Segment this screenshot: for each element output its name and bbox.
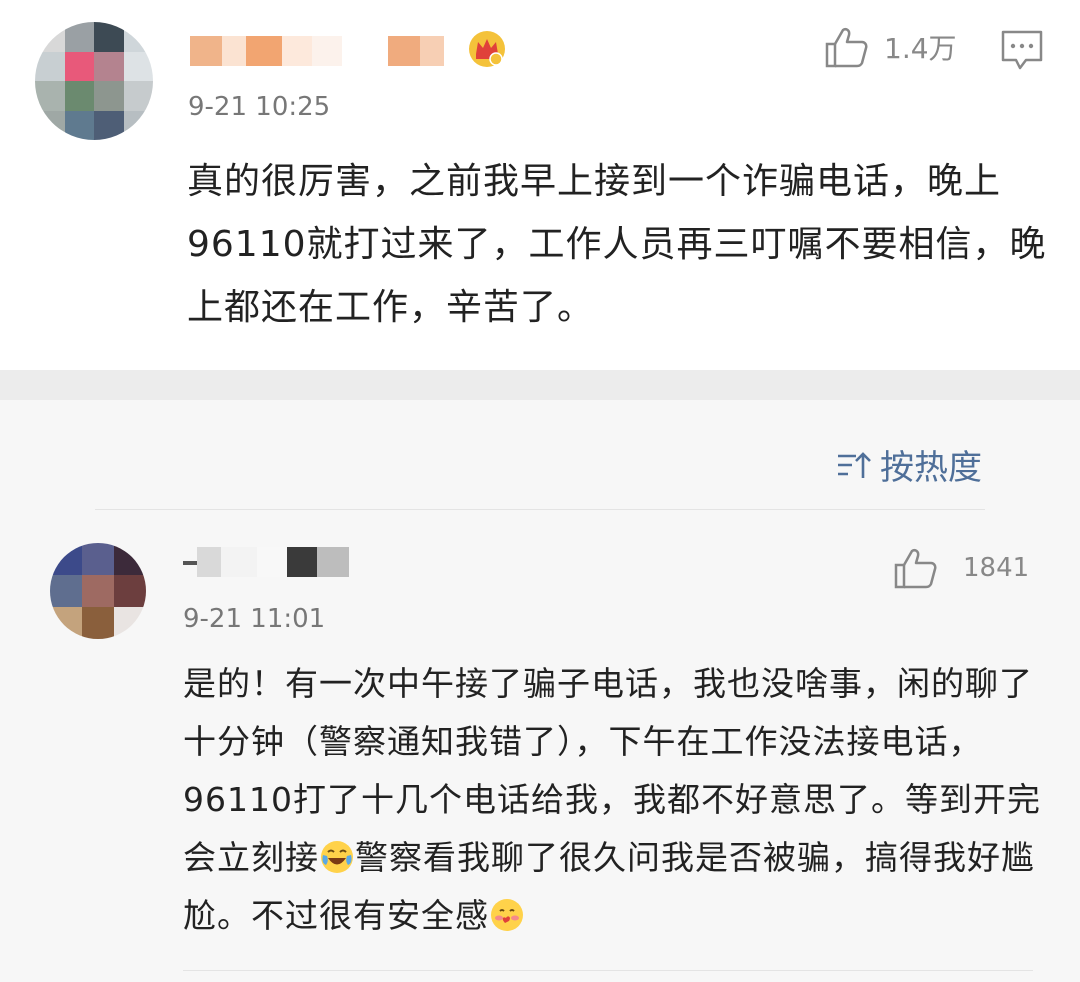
sort-button[interactable]: 按热度 (836, 440, 982, 489)
username-blurred[interactable] (190, 36, 444, 66)
thumb-up-icon (894, 548, 937, 589)
comment-date: 9-21 10:25 (188, 92, 331, 122)
crown-badge-icon (469, 31, 505, 67)
reply-username-blurred[interactable] (183, 547, 349, 577)
reply-text: 是的！有一次中午接了骗子电话，我也没啥事，闲的聊了十分钟（警察通知我错了），下午… (183, 655, 1043, 945)
comment-icon[interactable] (1000, 28, 1044, 72)
sort-label: 按热度 (880, 448, 982, 488)
blush-heart-emoji (491, 899, 523, 931)
divider (183, 970, 1033, 971)
reply-avatar[interactable] (50, 543, 146, 639)
laughing-crying-emoji (321, 841, 353, 873)
sort-icon (838, 451, 871, 478)
comment-text: 真的很厉害，之前我早上接到一个诈骗电话，晚上96110就打过来了，工作人员再三叮… (187, 161, 1047, 328)
thumb-up-icon (825, 27, 868, 68)
reply-like-button[interactable]: 1841 (893, 547, 1029, 589)
divider (95, 509, 985, 510)
reply-date: 9-21 11:01 (183, 604, 326, 634)
reply-like-count: 1841 (963, 553, 1030, 583)
like-button[interactable]: 1.4万 (824, 26, 957, 68)
section-separator (0, 370, 1080, 400)
like-count: 1.4万 (884, 32, 957, 65)
avatar[interactable] (35, 22, 153, 140)
